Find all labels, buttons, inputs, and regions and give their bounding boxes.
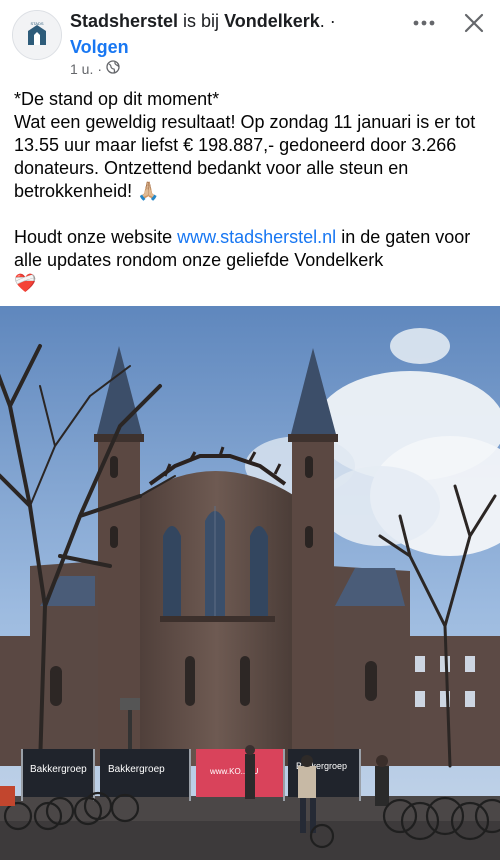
globe-icon <box>106 60 120 78</box>
result-text: Wat een geweldig resultaat! Op zondag 11… <box>14 112 476 201</box>
post-photo[interactable]: Bakkergroep Bakkergroep www.KO...EU Bakk… <box>0 306 500 860</box>
title-connector: is bij <box>178 11 225 31</box>
follow-button[interactable]: Volgen <box>70 36 129 58</box>
post-time[interactable]: 1 u. <box>70 60 93 78</box>
title-suffix: . · <box>319 11 336 31</box>
close-icon <box>464 13 484 33</box>
mending-heart-emoji: ❤️‍🩹 <box>14 273 37 293</box>
post-line-heart: ❤️‍🩹 <box>14 272 490 295</box>
close-button[interactable] <box>458 8 490 38</box>
post-body: *De stand op dit moment* Wat een geweldi… <box>14 88 490 295</box>
page-avatar[interactable]: STADS <box>12 10 62 60</box>
page-name[interactable]: Stadsherstel <box>70 11 178 31</box>
more-options-button[interactable] <box>408 10 440 36</box>
post-paragraph-result: Wat een geweldig resultaat! Op zondag 11… <box>14 111 490 203</box>
more-horizontal-icon <box>413 20 435 26</box>
stadsherstel-logo-icon: STADS <box>13 11 61 59</box>
post-meta: 1 u. · <box>70 60 120 78</box>
website-link[interactable]: www.stadsherstel.nl <box>177 227 336 247</box>
banner-label-2: Bakkergroep <box>108 764 165 775</box>
vondelkerk-photo: Bakkergroep Bakkergroep www.KO...EU Bakk… <box>0 306 500 860</box>
website-intro-text: Houdt onze website <box>14 227 178 247</box>
meta-separator: · <box>97 61 103 77</box>
banner-label-1: Bakkergroep <box>30 764 87 775</box>
post-header: STADS Stadsherstel is bij Vondelkerk. · … <box>0 0 500 85</box>
folded-hands-emoji: 🙏🏼 <box>137 181 160 201</box>
post-title: Stadsherstel is bij Vondelkerk. · <box>70 10 336 32</box>
post-line-status: *De stand op dit moment* <box>14 89 220 109</box>
place-name[interactable]: Vondelkerk <box>224 11 320 31</box>
post-paragraph-website: Houdt onze website www.stadsherstel.nl i… <box>14 226 490 272</box>
